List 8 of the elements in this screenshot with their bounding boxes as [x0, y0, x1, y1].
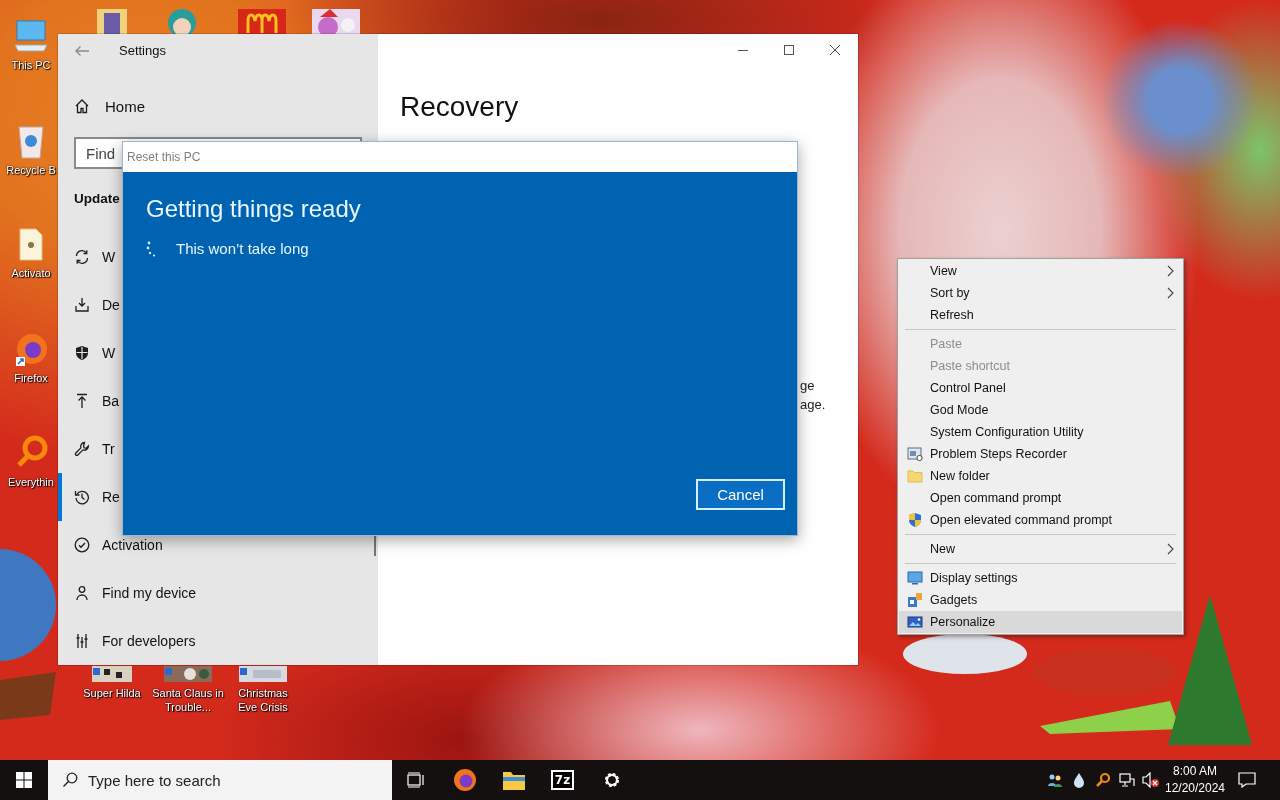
- description-text: ge: [800, 377, 815, 395]
- window-title: Settings: [119, 43, 166, 59]
- dialog-title: Reset this PC: [127, 150, 201, 164]
- section-heading: Update: [73, 190, 120, 208]
- page-title: Recovery: [400, 90, 519, 124]
- status-text: This won’t take long: [176, 240, 309, 257]
- description-text: age.: [800, 396, 826, 414]
- dialog-heading: Getting things ready: [146, 194, 361, 224]
